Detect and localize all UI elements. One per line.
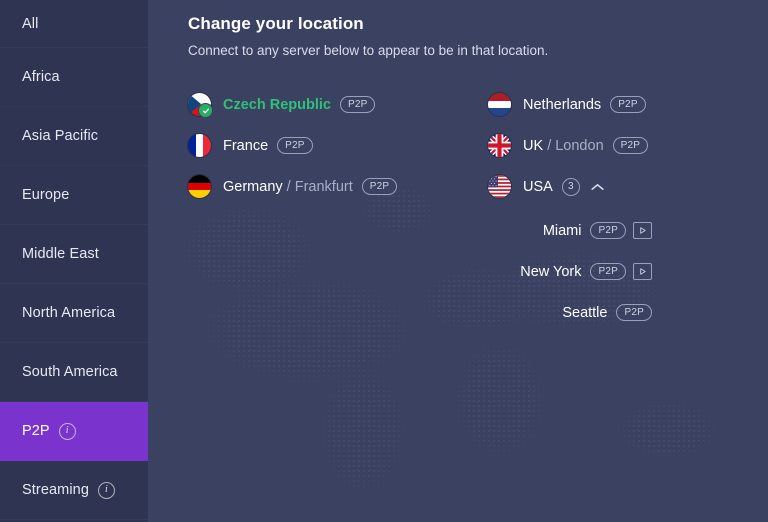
server-country: France — [223, 137, 269, 154]
server-country: Netherlands — [523, 96, 602, 113]
p2p-badge: P2P — [612, 137, 649, 154]
server-city-label: / London — [547, 137, 604, 154]
flag-uk-icon — [488, 134, 511, 157]
server-name: USA — [523, 179, 553, 195]
sidebar-item-label: North America — [22, 305, 116, 321]
flag-cz-icon — [188, 93, 213, 118]
info-icon[interactable]: i — [58, 422, 76, 440]
sidebar-item-label: South America — [22, 364, 118, 380]
server-country: UK — [523, 137, 544, 154]
server-country: Germany — [223, 178, 283, 195]
server-row[interactable]: USA 3 — [488, 166, 768, 207]
server-name: Netherlands — [523, 97, 601, 113]
page-subtitle: Connect to any server below to appear to… — [188, 43, 549, 58]
server-count-badge: 3 — [561, 177, 580, 196]
sidebar-item-africa[interactable]: Africa — [0, 48, 148, 107]
city-name: New York — [520, 263, 582, 280]
sidebar-item-label: All — [22, 15, 39, 32]
server-row[interactable]: Germany / Frankfurt P2P — [188, 166, 488, 207]
sidebar-item-north-america[interactable]: North America — [0, 284, 148, 343]
streaming-play-icon — [633, 222, 652, 239]
info-icon[interactable]: i — [98, 481, 115, 499]
sidebar-item-all[interactable]: All — [0, 0, 148, 48]
p2p-badge: P2P — [610, 96, 646, 113]
p2p-badge: P2P — [616, 304, 652, 321]
p2p-badge: P2P — [277, 137, 313, 154]
city-row[interactable]: Miami P2P — [488, 210, 768, 251]
connected-check-icon — [198, 103, 213, 118]
server-country: Czech Republic — [223, 96, 331, 113]
sidebar-item-p2p[interactable]: P2P i — [0, 402, 148, 461]
city-row[interactable]: Seattle P2P — [488, 292, 768, 333]
city-list: Miami P2P New York P2P Seattle P2P — [488, 210, 768, 333]
sidebar-item-label: P2P — [22, 423, 50, 439]
sidebar-item-europe[interactable]: Europe — [0, 166, 148, 225]
flag-de-icon — [188, 175, 211, 198]
server-name: UK / London — [523, 138, 604, 154]
server-column: Czech Republic P2P France P2P Germany / Fran… — [188, 84, 488, 333]
server-city-label: / Frankfurt — [286, 178, 353, 195]
p2p-badge: P2P — [590, 222, 626, 239]
streaming-play-icon — [633, 263, 652, 280]
main-panel: Change your location Connect to any serv… — [148, 0, 768, 522]
sidebar-item-label: Europe — [22, 187, 70, 203]
server-country: USA — [523, 178, 553, 195]
server-column: Netherlands P2P UK / London P2P USA 3 Miami P2P… — [488, 84, 768, 333]
sidebar-item-label: Streaming — [22, 482, 89, 498]
server-row[interactable]: Netherlands P2P — [488, 84, 768, 125]
chevron-up-icon[interactable] — [591, 183, 604, 191]
server-row[interactable]: France P2P — [188, 125, 488, 166]
server-name: Germany / Frankfurt — [223, 179, 353, 195]
city-name: Miami — [542, 222, 582, 239]
p2p-badge: P2P — [339, 96, 376, 113]
flag-nl-icon — [488, 93, 511, 116]
p2p-badge: P2P — [590, 263, 626, 280]
city-row[interactable]: New York P2P — [488, 251, 768, 292]
city-name: Seattle — [562, 304, 608, 321]
region-sidebar: All Africa Asia Pacific Europe Middle East No… — [0, 0, 148, 522]
p2p-badge: P2P — [361, 178, 398, 195]
sidebar-item-streaming[interactable]: Streaming i — [0, 461, 148, 520]
server-name: Czech Republic — [223, 97, 331, 113]
sidebar-item-label: Africa — [22, 69, 60, 85]
flag-us-icon — [488, 175, 511, 198]
sidebar-item-label: Asia Pacific — [22, 128, 99, 144]
sidebar-item-middle-east[interactable]: Middle East — [0, 225, 148, 284]
sidebar-item-asia-pacific[interactable]: Asia Pacific — [0, 107, 148, 166]
sidebar-item-label: Middle East — [22, 246, 99, 262]
location-picker-window: All Africa Asia Pacific Europe Middle East No… — [0, 0, 768, 522]
server-name: France — [223, 138, 268, 154]
server-columns: Czech Republic P2P France P2P Germany / Fran… — [188, 84, 768, 333]
server-row[interactable]: UK / London P2P — [488, 125, 768, 166]
page-title: Change your location — [188, 14, 364, 33]
flag-fr-icon — [188, 134, 211, 157]
server-row[interactable]: Czech Republic P2P — [188, 84, 488, 125]
sidebar-item-south-america[interactable]: South America — [0, 343, 148, 402]
